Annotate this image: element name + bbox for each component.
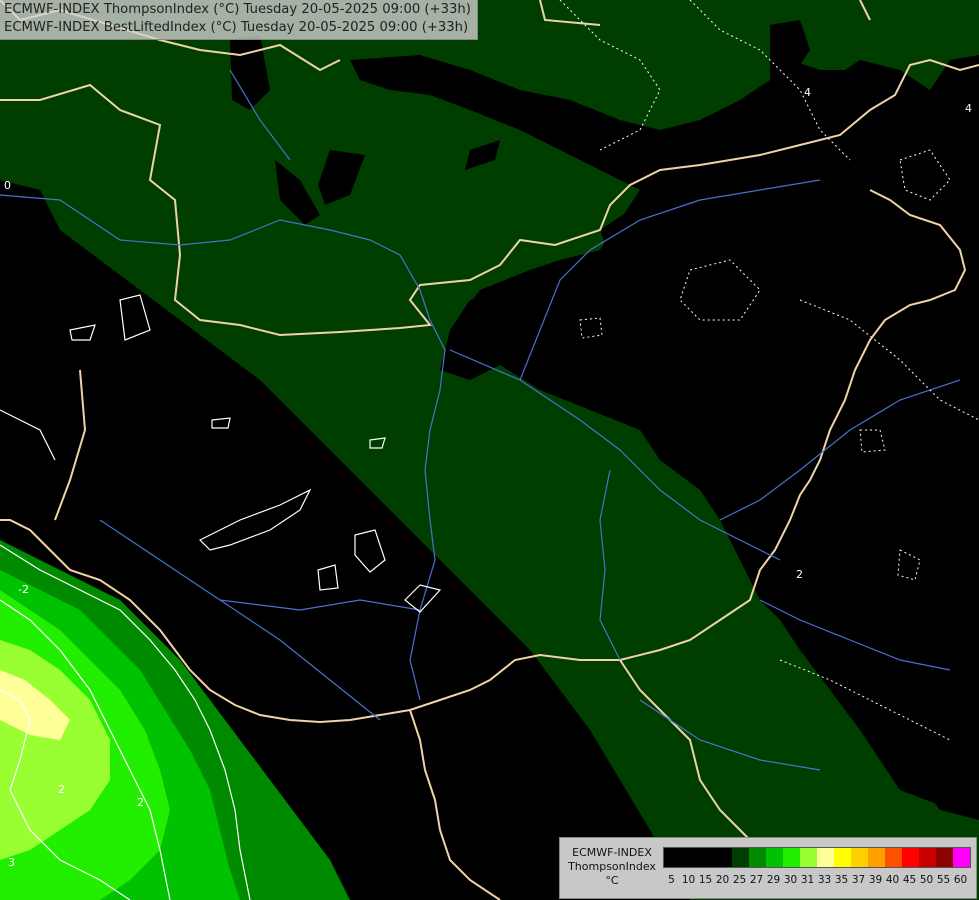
legend-tick-label: 15 [698, 874, 713, 886]
legend-swatch [885, 848, 902, 867]
legend-variable: ThompsonIndex [568, 860, 656, 873]
legend-swatch [953, 848, 970, 867]
legend-tick-label: 20 [715, 874, 730, 886]
contour-label: 4 [965, 102, 972, 115]
legend-swatch [851, 848, 868, 867]
legend-tick-label: 50 [919, 874, 934, 886]
legend-ticks: 5 10 15 20 25 27 29 30 31 33 35 37 39 40 45 50 55 60 [663, 874, 969, 886]
legend-swatch [783, 848, 800, 867]
legend-swatch [766, 848, 783, 867]
legend-tick-label: 25 [732, 874, 747, 886]
legend-swatch [681, 848, 698, 867]
legend-tick-label: 29 [766, 874, 781, 886]
legend-swatch [868, 848, 885, 867]
legend-swatch [749, 848, 766, 867]
legend-unit: °C [605, 874, 619, 887]
legend-swatches [663, 847, 971, 868]
legend-swatch [817, 848, 834, 867]
legend-swatch [834, 848, 851, 867]
title-line-bestlifted: ECMWF-INDEX BestLiftedIndex (°C) Tuesday… [4, 20, 469, 35]
legend-swatch [664, 848, 681, 867]
legend-tick-label: 37 [851, 874, 866, 886]
legend-swatch [902, 848, 919, 867]
legend-swatch [732, 848, 749, 867]
color-legend: ECMWF-INDEX ThompsonIndex °C 5 10 15 20 25 27… [559, 837, 977, 899]
legend-tick-label: 45 [902, 874, 917, 886]
contour-label: 3 [8, 856, 15, 869]
legend-source: ECMWF-INDEX [572, 846, 652, 859]
contour-label: 2 [137, 796, 144, 809]
legend-tick-label: 10 [681, 874, 696, 886]
legend-tick-label: 55 [936, 874, 951, 886]
legend-swatch [715, 848, 732, 867]
legend-tick-label: 27 [749, 874, 764, 886]
legend-swatch [936, 848, 953, 867]
legend-tick-label: 30 [783, 874, 798, 886]
contour-label: 2 [58, 783, 65, 796]
legend-swatch [698, 848, 715, 867]
contour-label: 2 [796, 568, 803, 581]
legend-tick-label: 40 [885, 874, 900, 886]
contour-label: -2 [18, 583, 29, 596]
legend-tick-label: 35 [834, 874, 849, 886]
legend-tick-label: 60 [953, 874, 968, 886]
legend-swatch [800, 848, 817, 867]
title-line-thompson: ECMWF-INDEX ThompsonIndex (°C) Tuesday 2… [4, 2, 471, 17]
legend-tick-label: 5 [668, 874, 675, 886]
weather-map: 0 4 2 -2 2 2 3 4 [0, 0, 979, 900]
contour-label: 4 [804, 86, 811, 99]
legend-tick-label: 39 [868, 874, 883, 886]
legend-swatch [919, 848, 936, 867]
legend-tick-label: 33 [817, 874, 832, 886]
map-title-box: ECMWF-INDEX ThompsonIndex (°C) Tuesday 2… [0, 0, 478, 40]
legend-tick-label: 31 [800, 874, 815, 886]
contour-label: 0 [4, 179, 11, 192]
